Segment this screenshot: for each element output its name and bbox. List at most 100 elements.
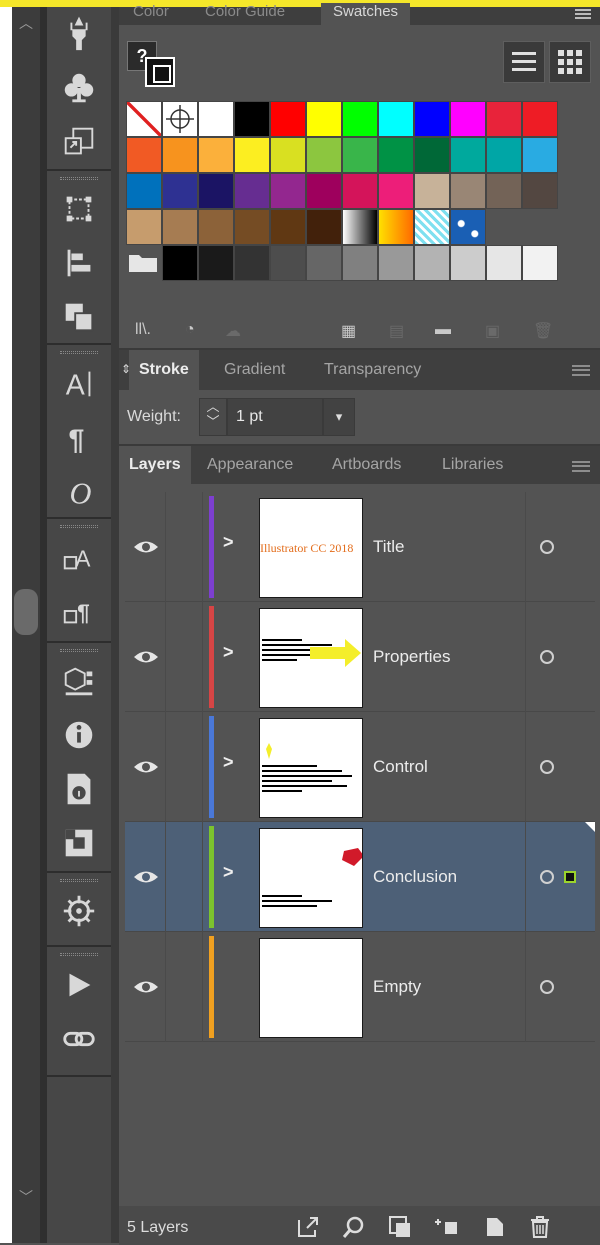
expand-chevron-icon[interactable]: >	[223, 752, 234, 773]
tab-layers[interactable]: Layers	[119, 446, 191, 484]
character-icon[interactable]: A	[47, 356, 111, 410]
new-sublayer-icon[interactable]	[433, 1214, 459, 1240]
layer-row[interactable]: Empty	[125, 932, 595, 1042]
swatch[interactable]	[198, 137, 234, 173]
swatch[interactable]	[306, 101, 342, 137]
layer-row[interactable]: > Conclusion	[125, 822, 595, 932]
tab-libraries[interactable]: Libraries	[432, 446, 513, 484]
lock-toggle[interactable]	[165, 932, 203, 1042]
paragraph-styles-icon[interactable]: ¶	[47, 584, 111, 638]
layer-row[interactable]: > Illustrator CC 2018 Title	[125, 492, 595, 602]
swatch[interactable]	[342, 101, 378, 137]
swatch[interactable]	[162, 137, 198, 173]
pathfinder-icon[interactable]	[47, 290, 111, 344]
paragraph-icon[interactable]: ¶	[47, 410, 111, 464]
tab-artboards[interactable]: Artboards	[322, 446, 411, 484]
weight-dropdown[interactable]: ▾	[323, 398, 355, 436]
artboard-export-icon[interactable]	[47, 115, 111, 169]
swatch[interactable]	[486, 137, 522, 173]
swatch[interactable]	[234, 173, 270, 209]
swatch[interactable]	[198, 209, 234, 245]
swatch[interactable]	[270, 245, 306, 281]
expand-chevron-icon[interactable]: >	[223, 532, 234, 553]
swatch[interactable]	[342, 173, 378, 209]
swatch[interactable]	[306, 173, 342, 209]
thumbnail-view-button[interactable]	[549, 41, 591, 83]
swatch[interactable]	[306, 137, 342, 173]
lock-toggle[interactable]	[165, 602, 203, 712]
swatch[interactable]	[162, 245, 198, 281]
weight-stepper[interactable]: ︿ ﹀	[199, 398, 227, 436]
make-clipping-mask-icon[interactable]	[387, 1214, 413, 1240]
show-swatch-kinds-icon[interactable]: ◔	[185, 321, 195, 339]
scroll-up-icon[interactable]: ︿	[19, 13, 33, 33]
swatch[interactable]	[270, 209, 306, 245]
swatch-gradient[interactable]	[378, 209, 414, 245]
layer-row[interactable]: > Properties	[125, 602, 595, 712]
swatch[interactable]	[234, 137, 270, 173]
navigator-icon[interactable]	[47, 884, 111, 938]
swatch[interactable]	[414, 173, 450, 209]
vertical-scrollbar[interactable]: ︿ ﹀	[12, 7, 40, 1243]
tab-gradient[interactable]: Gradient	[214, 350, 295, 390]
swatch-pattern[interactable]	[450, 209, 486, 245]
stroke-menu-icon[interactable]	[572, 365, 590, 376]
symbol-club-icon[interactable]	[47, 61, 111, 115]
swatch[interactable]	[198, 173, 234, 209]
selection-indicator[interactable]	[564, 871, 576, 883]
swatches-menu-icon[interactable]	[575, 9, 591, 19]
swatch[interactable]	[450, 101, 486, 137]
swatch[interactable]	[486, 173, 522, 209]
swatch-none[interactable]	[126, 101, 162, 137]
swatch[interactable]	[378, 137, 414, 173]
layers-menu-icon[interactable]	[572, 461, 590, 472]
swatch-gradient[interactable]	[342, 209, 378, 245]
3d-materials-icon[interactable]	[47, 654, 111, 708]
swatch[interactable]	[450, 173, 486, 209]
tab-swatches[interactable]: Swatches	[321, 3, 411, 25]
swatch[interactable]	[522, 245, 558, 281]
swatch[interactable]	[162, 209, 198, 245]
target-circle-icon[interactable]	[540, 870, 554, 884]
layer-name[interactable]: Conclusion	[373, 867, 457, 887]
swatch[interactable]	[450, 245, 486, 281]
swatch[interactable]	[378, 173, 414, 209]
swatch[interactable]	[234, 245, 270, 281]
scroll-thumb[interactable]	[14, 589, 38, 635]
swatch-options-icon[interactable]: ▦	[341, 321, 356, 341]
swatch[interactable]	[414, 137, 450, 173]
target-circle-icon[interactable]	[540, 980, 554, 994]
swatch[interactable]	[342, 245, 378, 281]
delete-layer-icon[interactable]	[527, 1214, 553, 1240]
tab-stroke[interactable]: Stroke	[129, 350, 199, 390]
swatch[interactable]	[450, 137, 486, 173]
transform-icon[interactable]	[47, 182, 111, 236]
swatch[interactable]	[198, 245, 234, 281]
fill-stroke-icon[interactable]	[145, 57, 175, 87]
tab-transparency[interactable]: Transparency	[314, 350, 431, 390]
visibility-eye-icon[interactable]	[131, 642, 161, 672]
layer-row[interactable]: > Control	[125, 712, 595, 822]
align-icon[interactable]	[47, 236, 111, 290]
collect-export-icon[interactable]	[295, 1214, 321, 1240]
new-layer-icon[interactable]	[481, 1214, 507, 1240]
lock-toggle[interactable]	[165, 712, 203, 822]
weight-field[interactable]: 1 pt	[227, 398, 323, 436]
swatch[interactable]	[522, 173, 558, 209]
opentype-icon[interactable]: O	[47, 464, 111, 518]
swatch[interactable]	[414, 245, 450, 281]
expand-chevron-icon[interactable]: >	[223, 642, 234, 663]
swatch[interactable]	[126, 137, 162, 173]
puppet-warp-icon[interactable]	[47, 7, 111, 61]
swatch[interactable]	[126, 173, 162, 209]
swatch[interactable]	[126, 209, 162, 245]
visibility-eye-icon[interactable]	[131, 862, 161, 892]
swatch-libraries-icon[interactable]: ll\.	[135, 321, 151, 339]
swatch[interactable]	[162, 173, 198, 209]
swatch[interactable]	[198, 101, 234, 137]
swatch-registration[interactable]	[162, 101, 198, 137]
swatch[interactable]	[234, 209, 270, 245]
tab-appearance[interactable]: Appearance	[197, 446, 303, 484]
swatch[interactable]	[270, 173, 306, 209]
swatch[interactable]	[486, 101, 522, 137]
